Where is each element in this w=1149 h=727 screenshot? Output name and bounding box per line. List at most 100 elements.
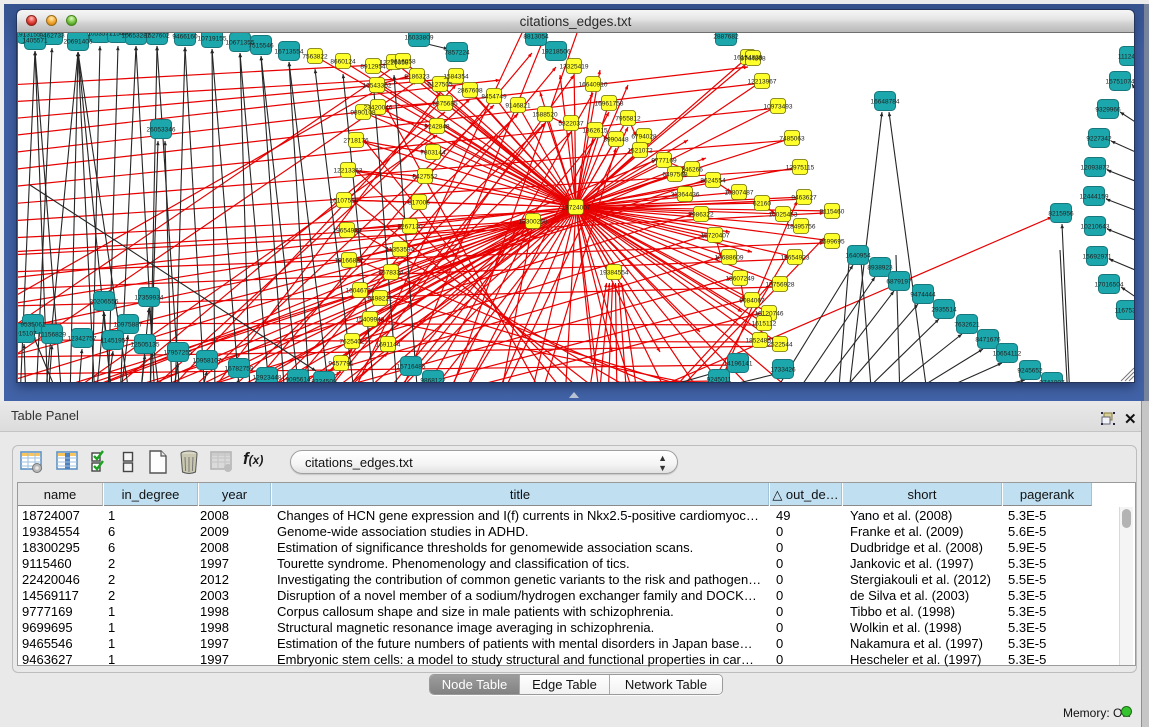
- svg-text:9699695: 9699695: [819, 239, 845, 246]
- svg-text:1362615: 1362615: [582, 128, 608, 135]
- svg-text:9474444: 9474444: [910, 292, 936, 299]
- svg-text:1167533: 1167533: [1115, 308, 1134, 315]
- svg-text:7632621: 7632621: [954, 322, 980, 329]
- svg-text:8990448: 8990448: [603, 137, 629, 144]
- svg-text:15751074: 15751074: [1106, 79, 1134, 86]
- svg-text:9741007: 9741007: [1039, 380, 1065, 383]
- svg-text:9868122: 9868122: [420, 378, 446, 383]
- svg-text:1145195: 1145195: [101, 338, 126, 345]
- svg-text:7857224: 7857224: [444, 50, 470, 57]
- svg-text:8454749: 8454749: [481, 94, 507, 101]
- svg-text:14196141: 14196141: [724, 361, 753, 368]
- svg-text:18724007: 18724007: [562, 205, 591, 212]
- svg-text:8578334: 8578334: [378, 270, 404, 277]
- svg-text:9115460: 9115460: [820, 209, 845, 216]
- svg-text:1733426: 1733426: [770, 367, 796, 374]
- svg-text:9498222: 9498222: [367, 296, 393, 303]
- svg-text:19654933: 19654933: [333, 228, 362, 235]
- svg-text:9227342: 9227342: [1086, 136, 1112, 143]
- svg-text:16120746: 16120746: [755, 311, 784, 318]
- svg-text:11156829: 11156829: [38, 332, 66, 339]
- svg-text:10719155: 10719155: [198, 36, 227, 43]
- svg-text:18607249: 18607249: [726, 276, 755, 283]
- svg-text:12923448: 12923448: [253, 375, 282, 382]
- svg-text:16033809: 16033809: [405, 35, 434, 42]
- svg-text:9095614: 9095614: [285, 377, 311, 383]
- svg-text:10958107: 10958107: [193, 358, 222, 365]
- svg-text:9245011: 9245011: [707, 377, 732, 383]
- svg-text:1584354: 1584354: [443, 74, 469, 81]
- svg-text:16046736: 16046736: [346, 288, 375, 295]
- svg-text:9084067: 9084067: [739, 298, 765, 305]
- svg-text:1691144: 1691144: [376, 342, 401, 349]
- svg-text:5322037: 5322037: [558, 121, 584, 128]
- svg-text:10975887: 10975887: [114, 322, 143, 329]
- svg-text:16648784: 16648784: [871, 99, 900, 106]
- svg-text:12505135: 12505135: [131, 342, 160, 349]
- svg-text:7955812: 7955812: [615, 116, 641, 123]
- svg-text:1588520: 1588520: [532, 112, 558, 119]
- svg-text:10025453: 10025453: [769, 212, 798, 219]
- svg-text:10210643: 10210643: [1081, 224, 1110, 231]
- svg-text:12975115: 12975115: [786, 165, 815, 172]
- svg-text:18495756: 18495756: [787, 224, 816, 231]
- svg-text:9463627: 9463627: [791, 195, 817, 202]
- svg-text:19218506: 19218506: [542, 49, 571, 56]
- svg-text:13325419: 13325419: [560, 64, 589, 71]
- svg-text:7986322: 7986322: [688, 212, 714, 219]
- svg-text:9329966: 9329966: [1095, 107, 1121, 114]
- svg-text:8215956: 8215956: [1048, 211, 1074, 218]
- svg-text:16107554: 16107554: [330, 198, 359, 205]
- svg-text:10654112: 10654112: [993, 351, 1022, 358]
- svg-text:10807487: 10807487: [725, 190, 754, 197]
- svg-text:16713554: 16713554: [275, 49, 304, 56]
- svg-text:5875685: 5875685: [432, 101, 458, 108]
- svg-text:8938923: 8938923: [867, 265, 893, 272]
- svg-text:9535061: 9535061: [20, 322, 46, 329]
- svg-text:9744808: 9744808: [740, 56, 766, 63]
- svg-text:9242848: 9242848: [424, 124, 450, 131]
- svg-text:8813054: 8813054: [523, 34, 549, 41]
- svg-text:18300295: 18300295: [519, 219, 548, 226]
- svg-text:2522544: 2522544: [767, 342, 793, 349]
- svg-text:6879197: 6879197: [886, 279, 912, 286]
- svg-text:19384554: 19384554: [600, 270, 629, 277]
- svg-text:9245652: 9245652: [1017, 368, 1043, 375]
- svg-text:12213967: 12213967: [748, 79, 777, 86]
- svg-text:19166827: 19166827: [335, 258, 364, 265]
- svg-text:9466160: 9466160: [172, 34, 198, 41]
- svg-text:1615112: 1615112: [752, 321, 777, 328]
- svg-text:7515546: 7515546: [248, 43, 274, 50]
- svg-text:9616058: 9616058: [390, 59, 416, 66]
- svg-text:12213363: 12213363: [334, 168, 363, 175]
- svg-text:3915107: 3915107: [18, 331, 37, 338]
- svg-text:1405571: 1405571: [22, 38, 48, 45]
- svg-text:12444159: 12444159: [1080, 194, 1109, 201]
- svg-text:10973493: 10973493: [764, 104, 793, 111]
- svg-text:9890108: 9890108: [350, 110, 376, 117]
- svg-text:10756928: 10756928: [766, 282, 795, 289]
- svg-text:21364436: 21364436: [671, 192, 700, 199]
- svg-text:2935514: 2935514: [931, 307, 957, 314]
- svg-text:16640910: 16640910: [579, 82, 608, 89]
- svg-text:2887682: 2887682: [713, 34, 739, 41]
- svg-text:15692971: 15692971: [1083, 254, 1112, 261]
- svg-text:7803144: 7803144: [420, 150, 446, 157]
- svg-text:9777169: 9777169: [651, 158, 677, 165]
- svg-text:26053346: 26053346: [147, 127, 176, 134]
- svg-text:20691406: 20691406: [64, 39, 93, 46]
- svg-text:2718176: 2718176: [343, 138, 369, 145]
- svg-text:1112405: 1112405: [1118, 54, 1134, 61]
- svg-text:7625402: 7625402: [339, 339, 365, 346]
- svg-text:12342757: 12342757: [68, 336, 97, 343]
- svg-text:8471676: 8471676: [975, 337, 1001, 344]
- svg-text:12093872: 12093872: [1081, 165, 1110, 172]
- svg-text:17359934: 17359934: [135, 295, 164, 302]
- svg-text:9127505: 9127505: [427, 82, 453, 89]
- svg-text:17016504: 17016504: [1095, 282, 1124, 289]
- svg-text:1527602: 1527602: [144, 33, 170, 40]
- svg-text:8660124: 8660124: [330, 59, 356, 66]
- svg-text:17957255: 17957255: [164, 350, 193, 357]
- svg-text:746266: 746266: [681, 167, 703, 174]
- svg-text:11353594: 11353594: [386, 247, 415, 254]
